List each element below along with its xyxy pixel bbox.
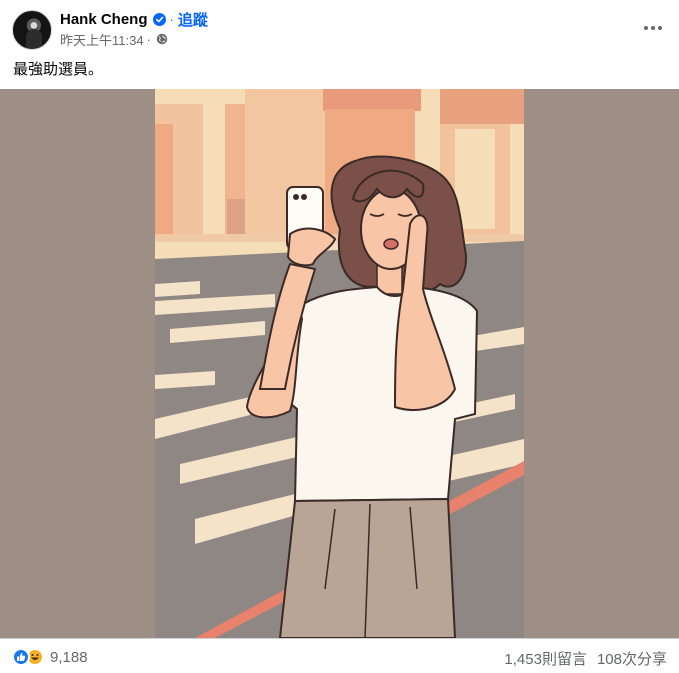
author-row: Hank Cheng · 追蹤 [60, 9, 208, 29]
globe-icon[interactable] [156, 33, 168, 45]
post-footer: 9,188 1,453則留言 108次分享 [0, 638, 679, 673]
post-meta: 昨天上午11:34 · [60, 30, 168, 49]
author-avatar[interactable] [12, 10, 52, 50]
follow-button[interactable]: 追蹤 [178, 9, 208, 30]
post-caption: 最強助選員。 [13, 61, 104, 78]
like-icon [12, 648, 30, 666]
reaction-count: 9,188 [50, 648, 88, 666]
shares-count-link[interactable]: 108次分享 [597, 648, 667, 669]
author-name[interactable]: Hank Cheng [60, 11, 148, 28]
reactions-summary[interactable]: 9,188 [12, 648, 88, 666]
comments-count-link[interactable]: 1,453則留言 [504, 648, 587, 669]
engagement-stats: 1,453則留言 108次分享 [504, 648, 667, 669]
separator-dot: · [169, 11, 174, 27]
post-image[interactable] [0, 89, 679, 638]
more-options-button[interactable] [643, 18, 663, 38]
verified-badge-icon [152, 12, 166, 26]
post-timestamp[interactable]: 昨天上午11:34 [60, 30, 144, 49]
illustration-woman-with-phone-icon [155, 89, 524, 638]
more-options-icon [644, 26, 662, 30]
post-header: Hank Cheng · 追蹤 昨天上午11:34 · [0, 0, 679, 56]
meta-separator: · [146, 31, 151, 47]
